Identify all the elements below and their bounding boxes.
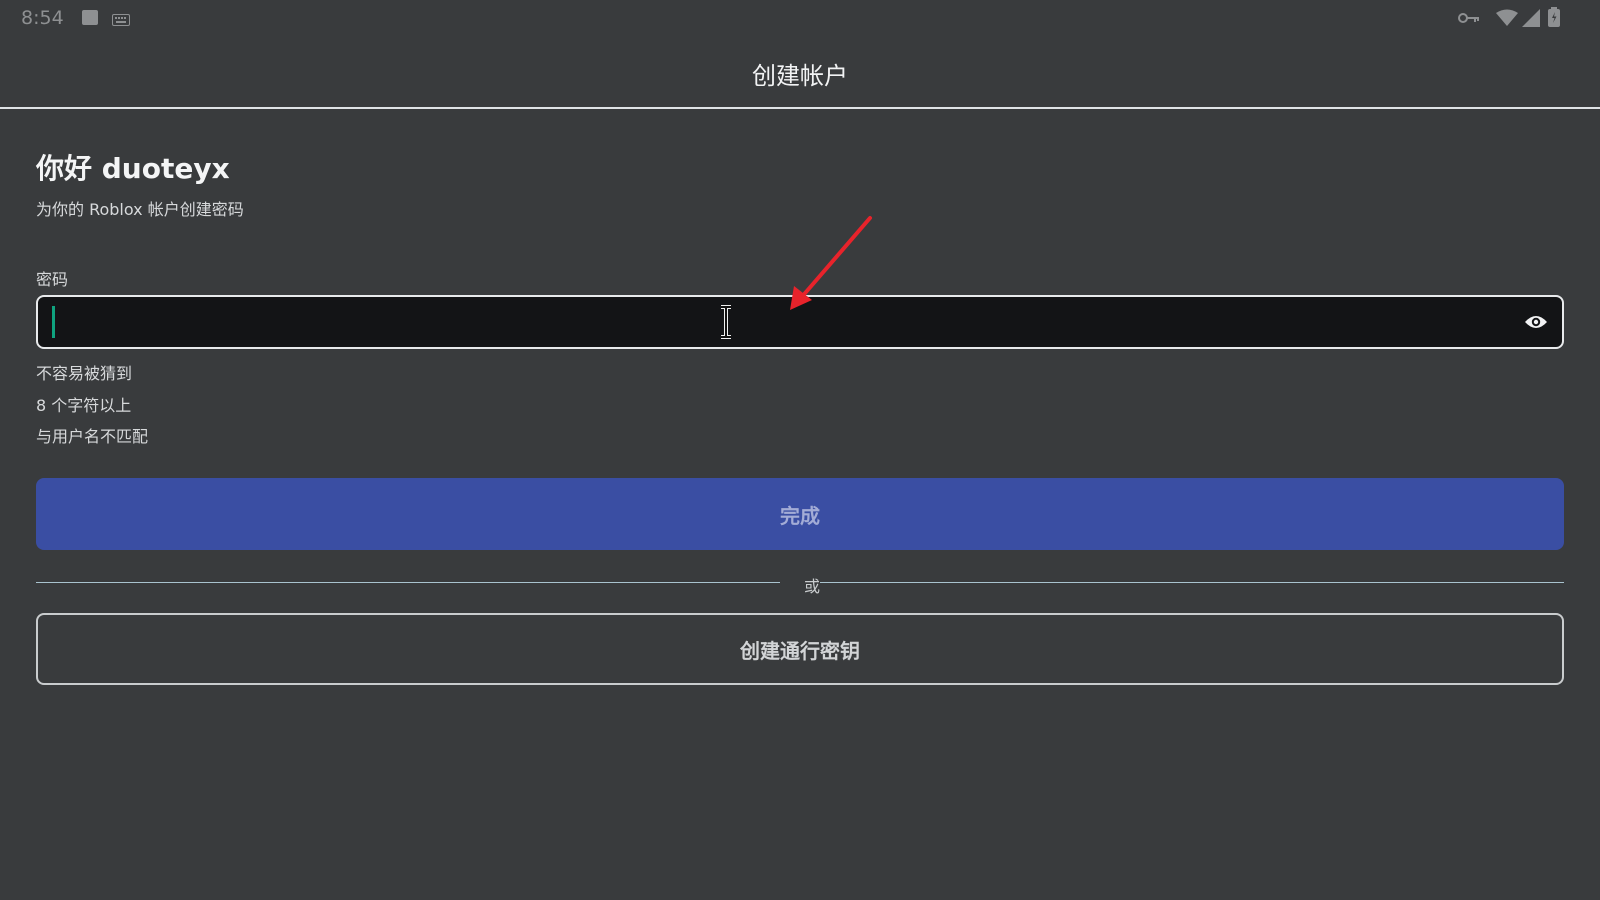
or-divider-left-line [36,582,780,583]
vpn-key-icon [1458,13,1479,23]
create-passkey-button[interactable]: 创建通行密钥 [36,613,1564,685]
password-hint-not-guessable: 不容易被猜到 [36,364,133,383]
create-account-screen: 8:54 创建帐户 你好 duoteyx 为你的 Roblox 帐户创建密码 密… [0,0,1600,900]
greeting-heading: 你好 duoteyx [36,152,230,185]
done-button[interactable]: 完成 [36,478,1564,550]
status-icons [1458,7,1588,29]
or-label: 或 [803,577,820,596]
status-time: 8:54 [21,7,64,29]
signal-icon [1522,9,1540,27]
text-cursor-icon [719,305,733,343]
show-password-eye-icon[interactable] [1524,312,1548,336]
notification-square-icon [82,10,98,25]
status-bar: 8:54 [0,0,1600,36]
or-divider-right-line [820,582,1564,583]
battery-icon [1548,7,1560,27]
text-caret [52,306,55,338]
password-hint-length: 8 个字符以上 [36,396,132,415]
password-input[interactable] [36,295,1564,349]
keyboard-icon [112,11,130,30]
annotation-arrow-icon [790,216,872,310]
title-bar: 创建帐户 [0,36,1600,109]
password-label: 密码 [36,270,69,289]
wifi-icon [1496,9,1518,26]
or-divider: 或 [36,572,1564,596]
title-divider [0,107,1600,109]
password-hint-no-username: 与用户名不匹配 [36,427,149,446]
subtitle-text: 为你的 Roblox 帐户创建密码 [36,200,244,219]
page-title: 创建帐户 [752,62,848,90]
